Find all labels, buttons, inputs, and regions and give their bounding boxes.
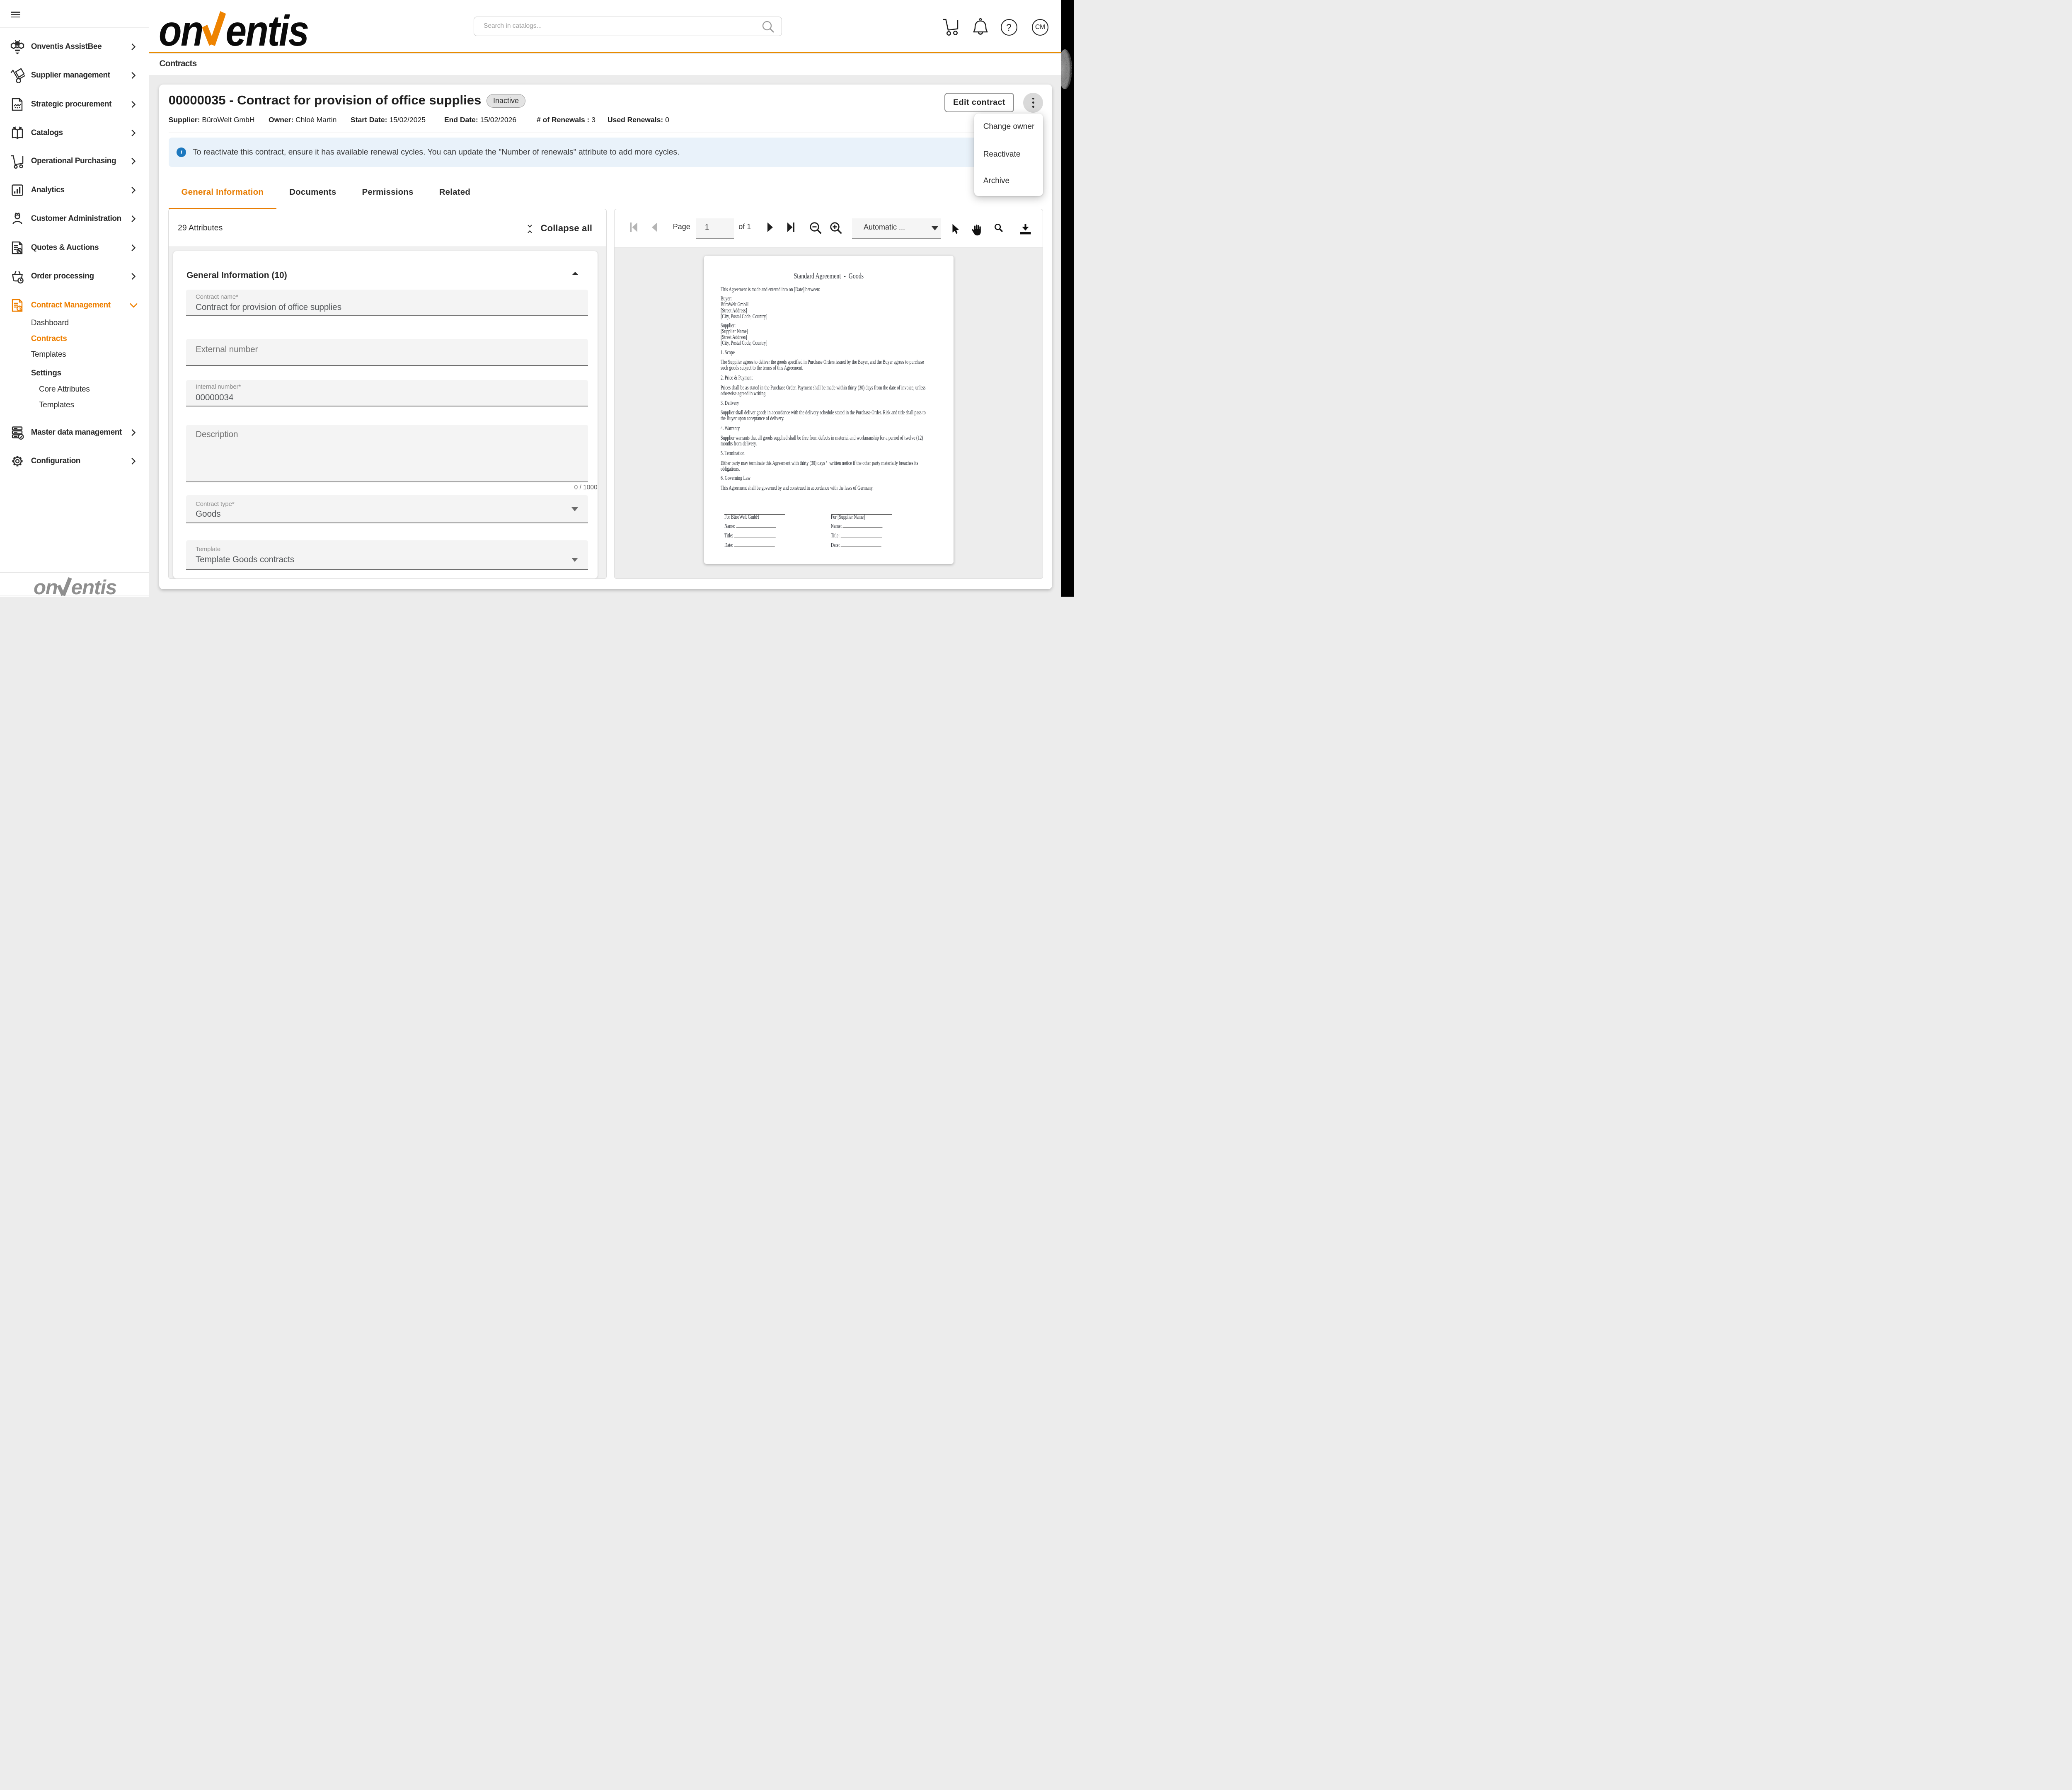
svg-text:§: §: [19, 306, 21, 311]
